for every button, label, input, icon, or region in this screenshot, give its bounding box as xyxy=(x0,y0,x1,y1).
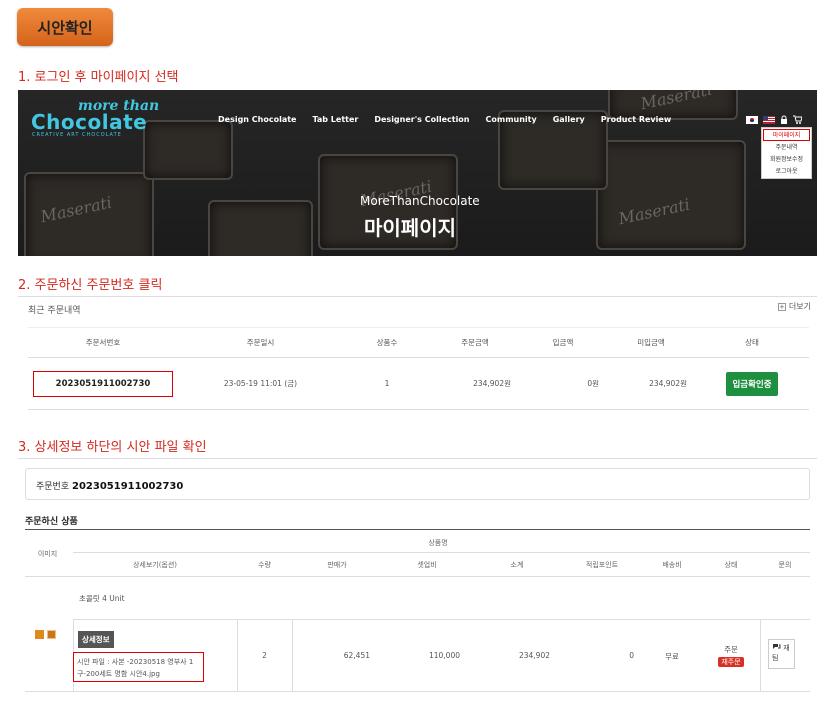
order-detail-panel: 주문번호 2023051911002730 주문하신 상품 이미지 상품명 상세… xyxy=(18,458,817,696)
divider xyxy=(25,691,810,692)
col-count: 상품수 xyxy=(343,327,431,358)
dropdown-item-orders[interactable]: 주문내역 xyxy=(762,142,811,154)
order-number-box: 주문번호 2023051911002730 xyxy=(25,468,810,500)
nav-item-design-chocolate[interactable]: Design Chocolate xyxy=(218,115,296,124)
nav-item-gallery[interactable]: Gallery xyxy=(553,115,585,124)
inquiry-button[interactable]: 재팀 xyxy=(768,639,795,669)
nav-item-tab-letter[interactable]: Tab Letter xyxy=(312,115,358,124)
chocolate-image xyxy=(143,120,233,180)
col-subtotal: 소계 xyxy=(510,561,524,569)
col-inquiry: 문의 xyxy=(778,561,792,569)
item-price: 62,451 xyxy=(343,651,370,660)
nav-item-product-review[interactable]: Product Review xyxy=(601,115,671,124)
divider xyxy=(760,619,761,691)
step3-label: 3. 상세정보 하단의 시안 파일 확인 xyxy=(18,440,207,455)
order-number-value: 2023051911002730 xyxy=(72,481,184,492)
logo[interactable]: Chocolate xyxy=(31,110,147,134)
step1-label: 1. 로그인 후 마이페이지 선택 xyxy=(18,70,179,85)
top-icons xyxy=(746,115,802,124)
col-qty: 수량 xyxy=(258,561,271,569)
status-button[interactable]: 입금확인중 xyxy=(726,371,778,396)
col-product: 상품명 xyxy=(428,539,448,547)
plus-icon: + xyxy=(777,302,786,311)
col-unpaid: 미입금액 xyxy=(607,327,695,358)
chocolate-image: Maserati xyxy=(24,172,154,256)
nav-item-community[interactable]: Community xyxy=(486,115,537,124)
col-shipping: 배송비 xyxy=(662,561,682,569)
lock-icon[interactable] xyxy=(780,115,788,124)
order-count: 1 xyxy=(343,357,431,410)
main-nav: Design Chocolate Tab Letter Designer's C… xyxy=(218,115,687,124)
chocolate-image xyxy=(208,200,313,256)
item-qty: 2 xyxy=(262,651,267,660)
order-paid: 0원 xyxy=(519,357,607,410)
item-subtotal: 234,902 xyxy=(518,651,550,660)
order-number-label: 주문번호 xyxy=(36,482,70,492)
table-row: 2023051911002730 23-05-19 11:01 (금) 1 23… xyxy=(28,357,809,410)
cart-icon[interactable] xyxy=(793,115,802,124)
item-shipping: 무료 xyxy=(665,652,679,661)
recent-orders-panel: 최근 주문내역 + 더보기 주문서번호 주문일시 상품수 주문금액 입금액 미입금… xyxy=(18,296,817,413)
step2-label: 2. 주문하신 주문번호 클릭 xyxy=(18,278,163,293)
product-name: 초콜릿 4 Unit xyxy=(79,594,125,603)
hero-banner: Maserati Maserati Maserati Maserati more… xyxy=(18,90,817,256)
product-thumbnail[interactable] xyxy=(47,630,56,639)
divider xyxy=(25,576,810,577)
dropdown-item-edit-profile[interactable]: 회원정보수정 xyxy=(762,154,811,166)
order-amount: 234,902원 xyxy=(431,357,519,410)
col-status: 상태 xyxy=(695,327,809,358)
chocolate-image: Maserati xyxy=(596,140,746,250)
col-price: 판매가 xyxy=(327,561,347,569)
korea-flag-icon[interactable] xyxy=(746,115,758,124)
ordered-products-title: 주문하신 상품 xyxy=(25,517,78,527)
dropdown-item-mypage[interactable]: 마이페이지 xyxy=(763,129,810,141)
divider xyxy=(73,619,810,620)
logo-subtitle: CREATIVE ART CHOCOLATE xyxy=(32,132,122,138)
reorder-badge[interactable]: 재주문 xyxy=(718,657,744,667)
account-dropdown: 마이페이지 주문내역 회원정보수정 로그아웃 xyxy=(761,127,812,179)
col-image: 이미지 xyxy=(37,550,58,558)
detail-tag: 상세정보 xyxy=(78,631,114,648)
order-number-link[interactable]: 2023051911002730 xyxy=(32,370,174,397)
more-label: 더보기 xyxy=(788,302,811,311)
col-points: 적립포인트 xyxy=(585,561,619,569)
dropdown-item-logout[interactable]: 로그아웃 xyxy=(762,166,811,178)
hero-title: 마이페이지 xyxy=(364,216,456,240)
col-amount: 주문금액 xyxy=(431,327,519,358)
order-date: 23-05-19 11:01 (금) xyxy=(178,357,343,410)
recent-orders-table: 주문서번호 주문일시 상품수 주문금액 입금액 미입금액 상태 20230519… xyxy=(28,327,809,410)
divider xyxy=(25,529,810,530)
col-paid: 입금액 xyxy=(519,327,607,358)
more-link[interactable]: + 더보기 xyxy=(777,301,811,312)
col-detail: 상세보기(옵션) xyxy=(132,561,178,569)
order-unpaid: 234,902원 xyxy=(607,357,695,410)
draft-file-link[interactable]: 시안 파일 : 사본 -20230518 영부사 1구-200세트 명함 시안4… xyxy=(73,652,204,682)
nav-item-designers-collection[interactable]: Designer's Collection xyxy=(374,115,469,124)
divider xyxy=(73,552,810,553)
item-status: 주문 xyxy=(724,645,738,654)
item-points: 0 xyxy=(629,651,634,660)
col-date: 주문일시 xyxy=(178,327,343,358)
col-status: 상태 xyxy=(724,561,738,569)
recent-orders-title: 최근 주문내역 xyxy=(28,306,81,316)
item-setup: 110,000 xyxy=(428,651,460,660)
usa-flag-icon[interactable] xyxy=(763,115,775,124)
chat-icon xyxy=(773,644,781,649)
col-order-no: 주문서번호 xyxy=(28,327,178,358)
col-setup: 셋업비 xyxy=(417,561,437,569)
hero-subtitle: MoreThanChocolate xyxy=(360,194,480,208)
title-button[interactable]: 시안확인 xyxy=(17,8,113,46)
product-thumbnail[interactable] xyxy=(35,630,44,639)
